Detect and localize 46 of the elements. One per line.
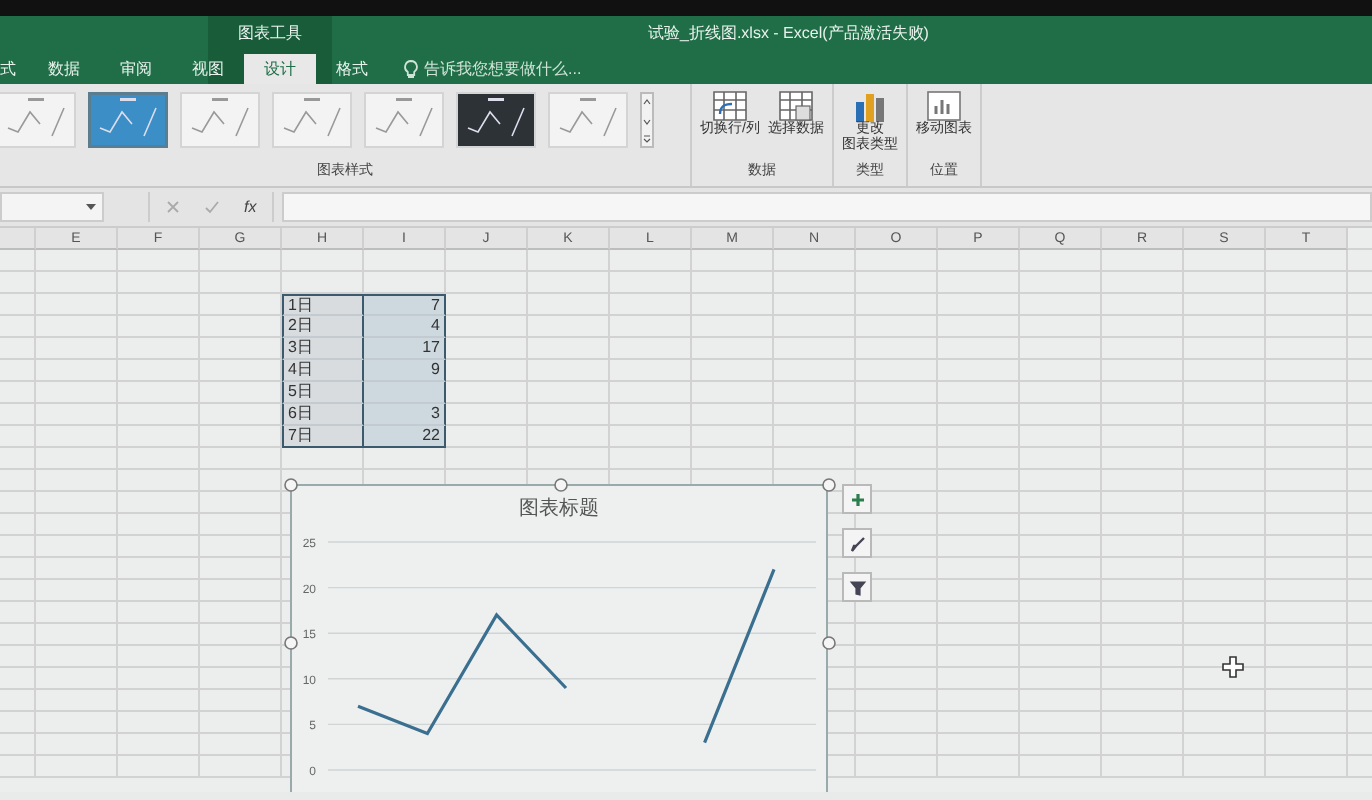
cell-text: 3日 [288, 338, 313, 356]
cell-text: 4日 [288, 360, 313, 378]
cell-text: 9 [431, 360, 440, 378]
ribbon-tab[interactable]: 数据 [28, 54, 100, 84]
cell-text: 22 [422, 426, 440, 444]
ribbon-tab[interactable]: 设计 [244, 54, 316, 84]
chart-title[interactable]: 图表标题 [519, 494, 599, 522]
select-data-icon [777, 90, 814, 122]
cell-text: 7 [431, 296, 440, 314]
lightbulb-icon [404, 60, 418, 78]
ribbon-tab[interactable]: 格式 [316, 54, 388, 84]
caret-icon [86, 204, 96, 210]
cancel-icon[interactable] [166, 200, 180, 214]
formula-input-field[interactable] [282, 192, 1372, 222]
cell-text: 6日 [288, 404, 313, 422]
chart-elements-button[interactable] [842, 484, 872, 514]
ribbon-tab[interactable]: 视图 [172, 54, 244, 84]
plus-icon [847, 489, 867, 509]
filter-icon [847, 577, 867, 597]
bar-chart-icon [851, 90, 888, 122]
brush-icon [847, 533, 867, 553]
enter-icon[interactable] [204, 200, 220, 214]
switch-row-column-icon [711, 90, 748, 122]
cell-text: 17 [422, 338, 440, 356]
resize-handle[interactable] [553, 477, 567, 491]
resize-handle[interactable] [283, 635, 297, 649]
window-title: 试验_折线图.xlsx - Excel(产品激活失败) [648, 21, 929, 43]
resize-handle[interactable] [821, 477, 835, 491]
ribbon-tab[interactable]: 式 [0, 54, 28, 84]
cell-text: 4 [431, 316, 440, 334]
chart-filters-button[interactable] [842, 572, 872, 602]
contextual-tab-group-label: 图表工具 [238, 22, 302, 44]
cursor-icon [1222, 656, 1244, 678]
resize-handle[interactable] [283, 477, 297, 491]
cell-text: 3 [431, 404, 440, 422]
gallery-scroll-icon[interactable] [640, 92, 654, 148]
cell-text: 7日 [288, 426, 313, 444]
chart-style-thumbnail[interactable] [88, 92, 168, 148]
cell-text: 1日 [288, 296, 313, 314]
cell-text: 2日 [288, 316, 313, 334]
cell-text: 5日 [288, 382, 313, 400]
insert-function-button[interactable]: fx [244, 198, 257, 216]
ribbon-tab[interactable]: 审阅 [100, 54, 172, 84]
chart-styles-button[interactable] [842, 528, 872, 558]
tell-me-field[interactable]: 告诉我您想要做什么... [424, 58, 582, 80]
move-chart-icon [925, 90, 962, 122]
